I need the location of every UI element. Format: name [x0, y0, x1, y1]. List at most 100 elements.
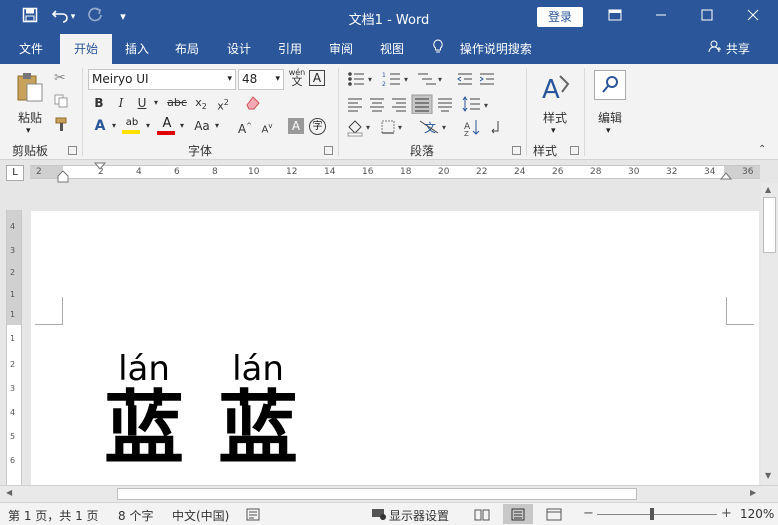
first-line-indent-icon[interactable]	[94, 162, 106, 172]
subscript-button[interactable]: x2	[192, 93, 210, 113]
ruler-number: 4	[10, 408, 16, 417]
svg-text:1: 1	[382, 72, 386, 79]
ruler-number: 28	[590, 167, 602, 177]
ribbon-display-options-icon[interactable]	[592, 0, 638, 34]
page-count[interactable]: 第 1 页，共 1 页	[8, 507, 99, 524]
tab-file[interactable]: 文件	[6, 34, 56, 64]
styles-launcher-icon[interactable]	[570, 146, 579, 155]
login-button[interactable]: 登录	[537, 7, 583, 27]
horizontal-scroll-thumb[interactable]	[117, 488, 637, 500]
horizontal-scrollbar[interactable]: ◀ ▶	[0, 485, 778, 502]
scroll-left-icon[interactable]: ◀	[6, 488, 12, 497]
font-size-select[interactable]: 48 ▾	[238, 69, 284, 90]
font-name-select[interactable]: Meiryo UI ▾	[88, 69, 236, 90]
horizontal-ruler[interactable]: 2 2 4 6 8 10 12 14 16 18 20 22 24 26 28 …	[30, 162, 760, 183]
paste-label: 粘贴	[17, 111, 42, 125]
maximize-icon[interactable]	[684, 0, 730, 34]
tab-insert[interactable]: 插入	[112, 34, 162, 64]
zoom-slider[interactable]	[597, 514, 717, 515]
font-color-icon[interactable]: A	[157, 116, 177, 136]
close-icon[interactable]	[730, 0, 776, 34]
right-indent-icon[interactable]	[720, 170, 732, 180]
underline-button[interactable]: U	[134, 93, 150, 113]
italic-button[interactable]: I	[113, 93, 129, 113]
character-border-icon[interactable]: A	[309, 70, 325, 86]
text-effects-button[interactable]: A	[91, 116, 109, 136]
paragraph-launcher-icon[interactable]	[512, 146, 521, 155]
cut-icon[interactable]: ✂	[54, 70, 70, 86]
tab-review[interactable]: 审阅	[316, 34, 366, 64]
minimize-icon[interactable]	[638, 0, 684, 34]
styles-button[interactable]: A 样式 ▾	[534, 70, 576, 138]
ruler-number: 20	[438, 167, 450, 177]
print-layout-icon	[511, 508, 525, 521]
word-count[interactable]: 8 个字	[118, 507, 153, 524]
zoom-in-icon[interactable]: +	[721, 506, 732, 521]
vertical-scroll-thumb[interactable]	[763, 197, 776, 253]
ruler-number: 18	[400, 167, 412, 177]
alignment-icons[interactable]: ▾	[346, 94, 496, 115]
tab-design[interactable]: 设计	[212, 34, 266, 64]
character-shading-icon[interactable]: A	[288, 118, 304, 134]
collapse-ribbon-icon[interactable]: ⌃	[758, 144, 766, 155]
scroll-right-icon[interactable]: ▶	[750, 488, 756, 497]
web-layout-icon[interactable]	[546, 508, 562, 524]
tab-layout[interactable]: 布局	[162, 34, 212, 64]
text-effects-dropdown-icon[interactable]: ▾	[110, 116, 118, 136]
share-button[interactable]: 共享	[708, 34, 750, 64]
list-icons[interactable]: ▾ 1 2 ▾ ▾	[346, 70, 506, 88]
format-painter-icon[interactable]	[54, 116, 70, 132]
change-case-button[interactable]: Aa	[191, 116, 213, 136]
vertical-ruler[interactable]: 4 3 2 1 1 1 2 3 4 5 6	[6, 210, 22, 485]
clipboard-launcher-icon[interactable]	[68, 146, 77, 155]
zoom-slider-thumb[interactable]	[650, 508, 654, 520]
tab-view[interactable]: 视图	[368, 34, 416, 64]
indent-markers-icon[interactable]	[57, 162, 69, 186]
print-layout-button[interactable]	[503, 504, 533, 524]
group-separator	[338, 68, 339, 156]
shading-border-icons[interactable]: ▾ ▾ 文 ▾ AZ	[346, 117, 516, 138]
svg-text:2: 2	[382, 81, 386, 88]
tab-references[interactable]: 引用	[266, 34, 314, 64]
shrink-font-icon[interactable]: Av	[258, 116, 276, 136]
svg-text:▾: ▾	[484, 101, 488, 110]
superscript-button[interactable]: x2	[214, 93, 232, 113]
font-launcher-icon[interactable]	[324, 146, 333, 155]
highlight-color-icon[interactable]: ab	[122, 116, 142, 136]
scroll-up-icon[interactable]: ▲	[765, 185, 771, 194]
bold-button[interactable]: B	[91, 93, 107, 113]
font-name-value: Meiryo UI	[92, 72, 149, 86]
zoom-out-icon[interactable]: −	[583, 506, 594, 521]
tab-selector[interactable]: L	[6, 165, 24, 181]
strikethrough-button[interactable]: abc	[166, 93, 188, 113]
clear-formatting-icon[interactable]	[244, 94, 262, 112]
highlight-dropdown-icon[interactable]: ▾	[144, 116, 152, 136]
tell-me-search[interactable]: 操作说明搜索	[432, 34, 532, 64]
language-indicator[interactable]: 中文(中国)	[172, 507, 229, 524]
zoom-level[interactable]: 120%	[740, 507, 774, 521]
font-group-label: 字体	[188, 144, 213, 158]
vertical-scrollbar[interactable]: ▲ ▼	[761, 183, 778, 485]
copy-icon[interactable]	[54, 94, 70, 110]
document-page[interactable]: lán lán 蓝 蓝	[31, 211, 759, 485]
display-settings-label[interactable]: 显示器设置	[389, 507, 449, 524]
editing-button[interactable]: 编辑 ▾	[592, 70, 628, 138]
font-color-dropdown-icon[interactable]: ▾	[178, 116, 186, 136]
grow-font-icon[interactable]: A^	[236, 116, 254, 136]
enclose-characters-icon[interactable]: 字	[309, 118, 326, 135]
ruler-number: 30	[628, 167, 640, 177]
phonetic-guide-button[interactable]: wén 文	[288, 68, 306, 90]
macro-icon[interactable]	[246, 508, 260, 524]
change-case-dropdown-icon[interactable]: ▾	[213, 116, 221, 136]
scroll-down-icon[interactable]: ▼	[765, 471, 771, 480]
ruler-number: 4	[136, 167, 142, 177]
paste-button[interactable]: 粘贴 ▾	[10, 70, 50, 136]
underline-dropdown-icon[interactable]: ▾	[151, 93, 161, 113]
list-buttons-row: ▾ 1 2 ▾ ▾	[346, 70, 506, 90]
read-mode-icon[interactable]	[474, 508, 490, 524]
paragraph-group-label: 段落	[410, 144, 435, 158]
tab-home[interactable]: 开始	[60, 34, 112, 64]
margin-corner-right	[726, 297, 754, 325]
ribbon: 粘贴 ▾ ✂ 剪贴板 Meiryo UI ▾ 48 ▾ wén 文 A B I U…	[0, 64, 778, 160]
display-settings-icon[interactable]	[371, 507, 387, 524]
